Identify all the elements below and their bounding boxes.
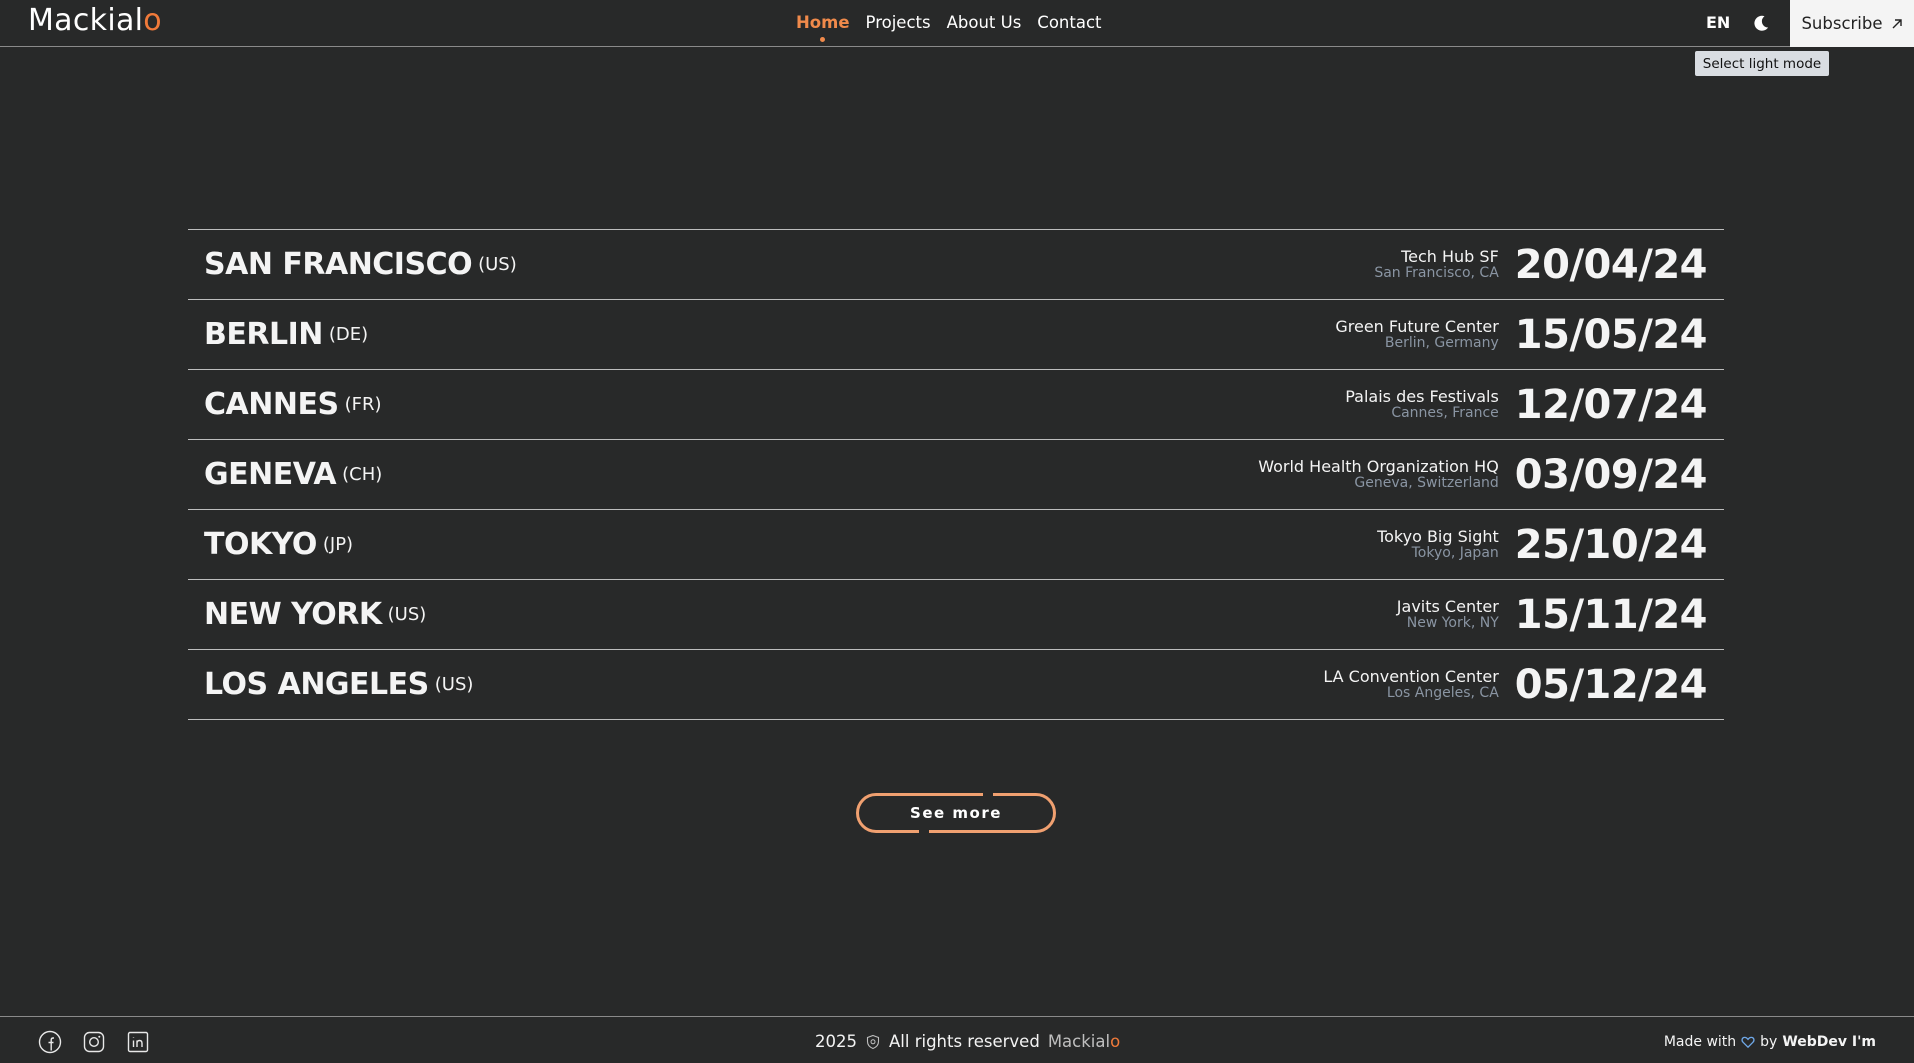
event-date: 12/07/24 [1514,381,1708,428]
subscribe-button[interactable]: Subscribe [1790,0,1914,47]
nav-item-about-us[interactable]: About Us [947,13,1022,32]
facebook-link[interactable] [38,1030,62,1054]
venue-location: Tokyo, Japan [1411,544,1499,561]
venue-name: Tokyo Big Sight [1377,526,1499,546]
event-country: (JP) [322,534,354,555]
event-city: SAN FRANCISCO [204,247,473,282]
event-row[interactable]: LOS ANGELES (US) LA Convention Center Los… [188,650,1724,720]
event-city: GENEVA [204,457,337,492]
event-city: LOS ANGELES [204,667,429,702]
see-more-label: See more [910,804,1002,822]
author-link[interactable]: WebDev I'm [1782,1034,1876,1050]
venue-location: San Francisco, CA [1374,264,1499,281]
event-row[interactable]: TOKYO (JP) Tokyo Big Sight Tokyo, Japan 2… [188,510,1724,580]
made-with-by: by [1760,1034,1778,1050]
event-city: NEW YORK [204,597,382,632]
venue-location: Berlin, Germany [1384,334,1499,351]
copyright: 2025 All rights reserved Mackialo [815,1032,1120,1051]
made-with-credit: Made with by WebDev I'm [1664,1034,1876,1050]
linkedin-link[interactable] [126,1030,150,1054]
event-country: (US) [434,674,474,695]
event-venue: Green Future Center Berlin, Germany [1335,318,1498,352]
main-nav: Home Projects About Us Contact [796,13,1102,42]
event-venue: Javits Center New York, NY [1397,598,1499,632]
logo-main: Mackial [28,3,144,38]
event-row[interactable]: CANNES (FR) Palais des Festivals Cannes, … [188,370,1724,440]
instagram-link[interactable] [82,1030,106,1054]
event-date: 15/11/24 [1514,591,1708,638]
rights-text: All rights reserved [889,1032,1040,1051]
nav-item-projects[interactable]: Projects [866,13,931,32]
event-city: CANNES [204,387,339,422]
see-more-button[interactable]: See more [856,792,1056,834]
event-city: BERLIN [204,317,323,352]
logo-accent: o [143,3,162,38]
event-country: (US) [387,604,427,625]
venue-location: Los Angeles, CA [1386,684,1499,701]
facebook-icon [38,1030,62,1054]
event-date: 03/09/24 [1514,451,1708,498]
nav-item-home[interactable]: Home [796,13,850,42]
event-date: 25/10/24 [1514,521,1708,568]
shield-icon [866,1034,880,1049]
footer-brand: Mackialo [1048,1032,1120,1051]
nav-item-contact[interactable]: Contact [1037,13,1101,32]
event-details: Green Future Center Berlin, Germany 15/0… [1335,312,1707,358]
event-details: LA Convention Center Los Angeles, CA 05/… [1323,662,1707,708]
event-venue: World Health Organization HQ Geneva, Swi… [1258,458,1499,492]
event-date: 20/04/24 [1514,241,1708,288]
venue-name: Tech Hub SF [1401,246,1499,266]
event-details: Palais des Festivals Cannes, France 12/0… [1345,382,1707,428]
theme-tooltip: Select light mode [1695,51,1829,76]
heart-icon [1741,1036,1755,1049]
event-row[interactable]: GENEVA (CH) World Health Organization HQ … [188,440,1724,510]
footer-brand-main: Mackial [1047,1032,1111,1051]
arrow-up-right-icon [1892,18,1902,28]
venue-name: LA Convention Center [1323,666,1499,686]
event-country: (US) [478,254,517,275]
event-venue: Tech Hub SF San Francisco, CA [1374,248,1498,282]
copyright-year: 2025 [815,1032,857,1051]
venue-name: Green Future Center [1335,316,1499,336]
venue-name: Palais des Festivals [1345,386,1499,406]
event-date: 15/05/24 [1514,311,1708,358]
site-header: Mackialo Home Projects About Us Contact … [0,0,1914,76]
venue-location: New York, NY [1406,614,1499,631]
border-gap [983,792,993,797]
event-country: (DE) [328,324,369,345]
instagram-icon [83,1031,105,1053]
event-venue: Palais des Festivals Cannes, France [1345,388,1499,422]
linkedin-icon [127,1031,149,1053]
event-row[interactable]: NEW YORK (US) Javits Center New York, NY … [188,580,1724,650]
footer-brand-accent: o [1110,1032,1121,1051]
events-list: SAN FRANCISCO (US) Tech Hub SF San Franci… [188,229,1724,720]
event-city: TOKYO [204,527,317,562]
event-details: Tech Hub SF San Francisco, CA 20/04/24 [1374,242,1707,288]
venue-name: World Health Organization HQ [1258,456,1499,476]
theme-toggle-button[interactable] [1749,11,1773,35]
event-row[interactable]: SAN FRANCISCO (US) Tech Hub SF San Franci… [188,230,1724,300]
made-with-text: Made with [1663,1034,1737,1050]
border-gap [919,829,929,834]
event-country: (CH) [342,464,383,485]
event-date: 05/12/24 [1514,661,1708,708]
logo[interactable]: Mackialo [28,3,162,38]
venue-location: Geneva, Switzerland [1354,474,1499,491]
moon-icon [1754,15,1769,31]
site-footer: 2025 All rights reserved Mackialo Made w… [0,1016,1914,1063]
event-country: (FR) [344,394,382,415]
language-selector[interactable]: EN [1706,13,1730,32]
event-details: World Health Organization HQ Geneva, Swi… [1258,452,1707,498]
event-venue: LA Convention Center Los Angeles, CA [1323,668,1498,702]
venue-location: Cannes, France [1391,404,1499,421]
event-details: Tokyo Big Sight Tokyo, Japan 25/10/24 [1377,522,1707,568]
event-details: Javits Center New York, NY 15/11/24 [1397,591,1708,638]
event-venue: Tokyo Big Sight Tokyo, Japan [1377,528,1499,562]
venue-name: Javits Center [1396,596,1499,616]
event-row[interactable]: BERLIN (DE) Green Future Center Berlin, G… [188,300,1724,370]
subscribe-label: Subscribe [1801,14,1883,33]
